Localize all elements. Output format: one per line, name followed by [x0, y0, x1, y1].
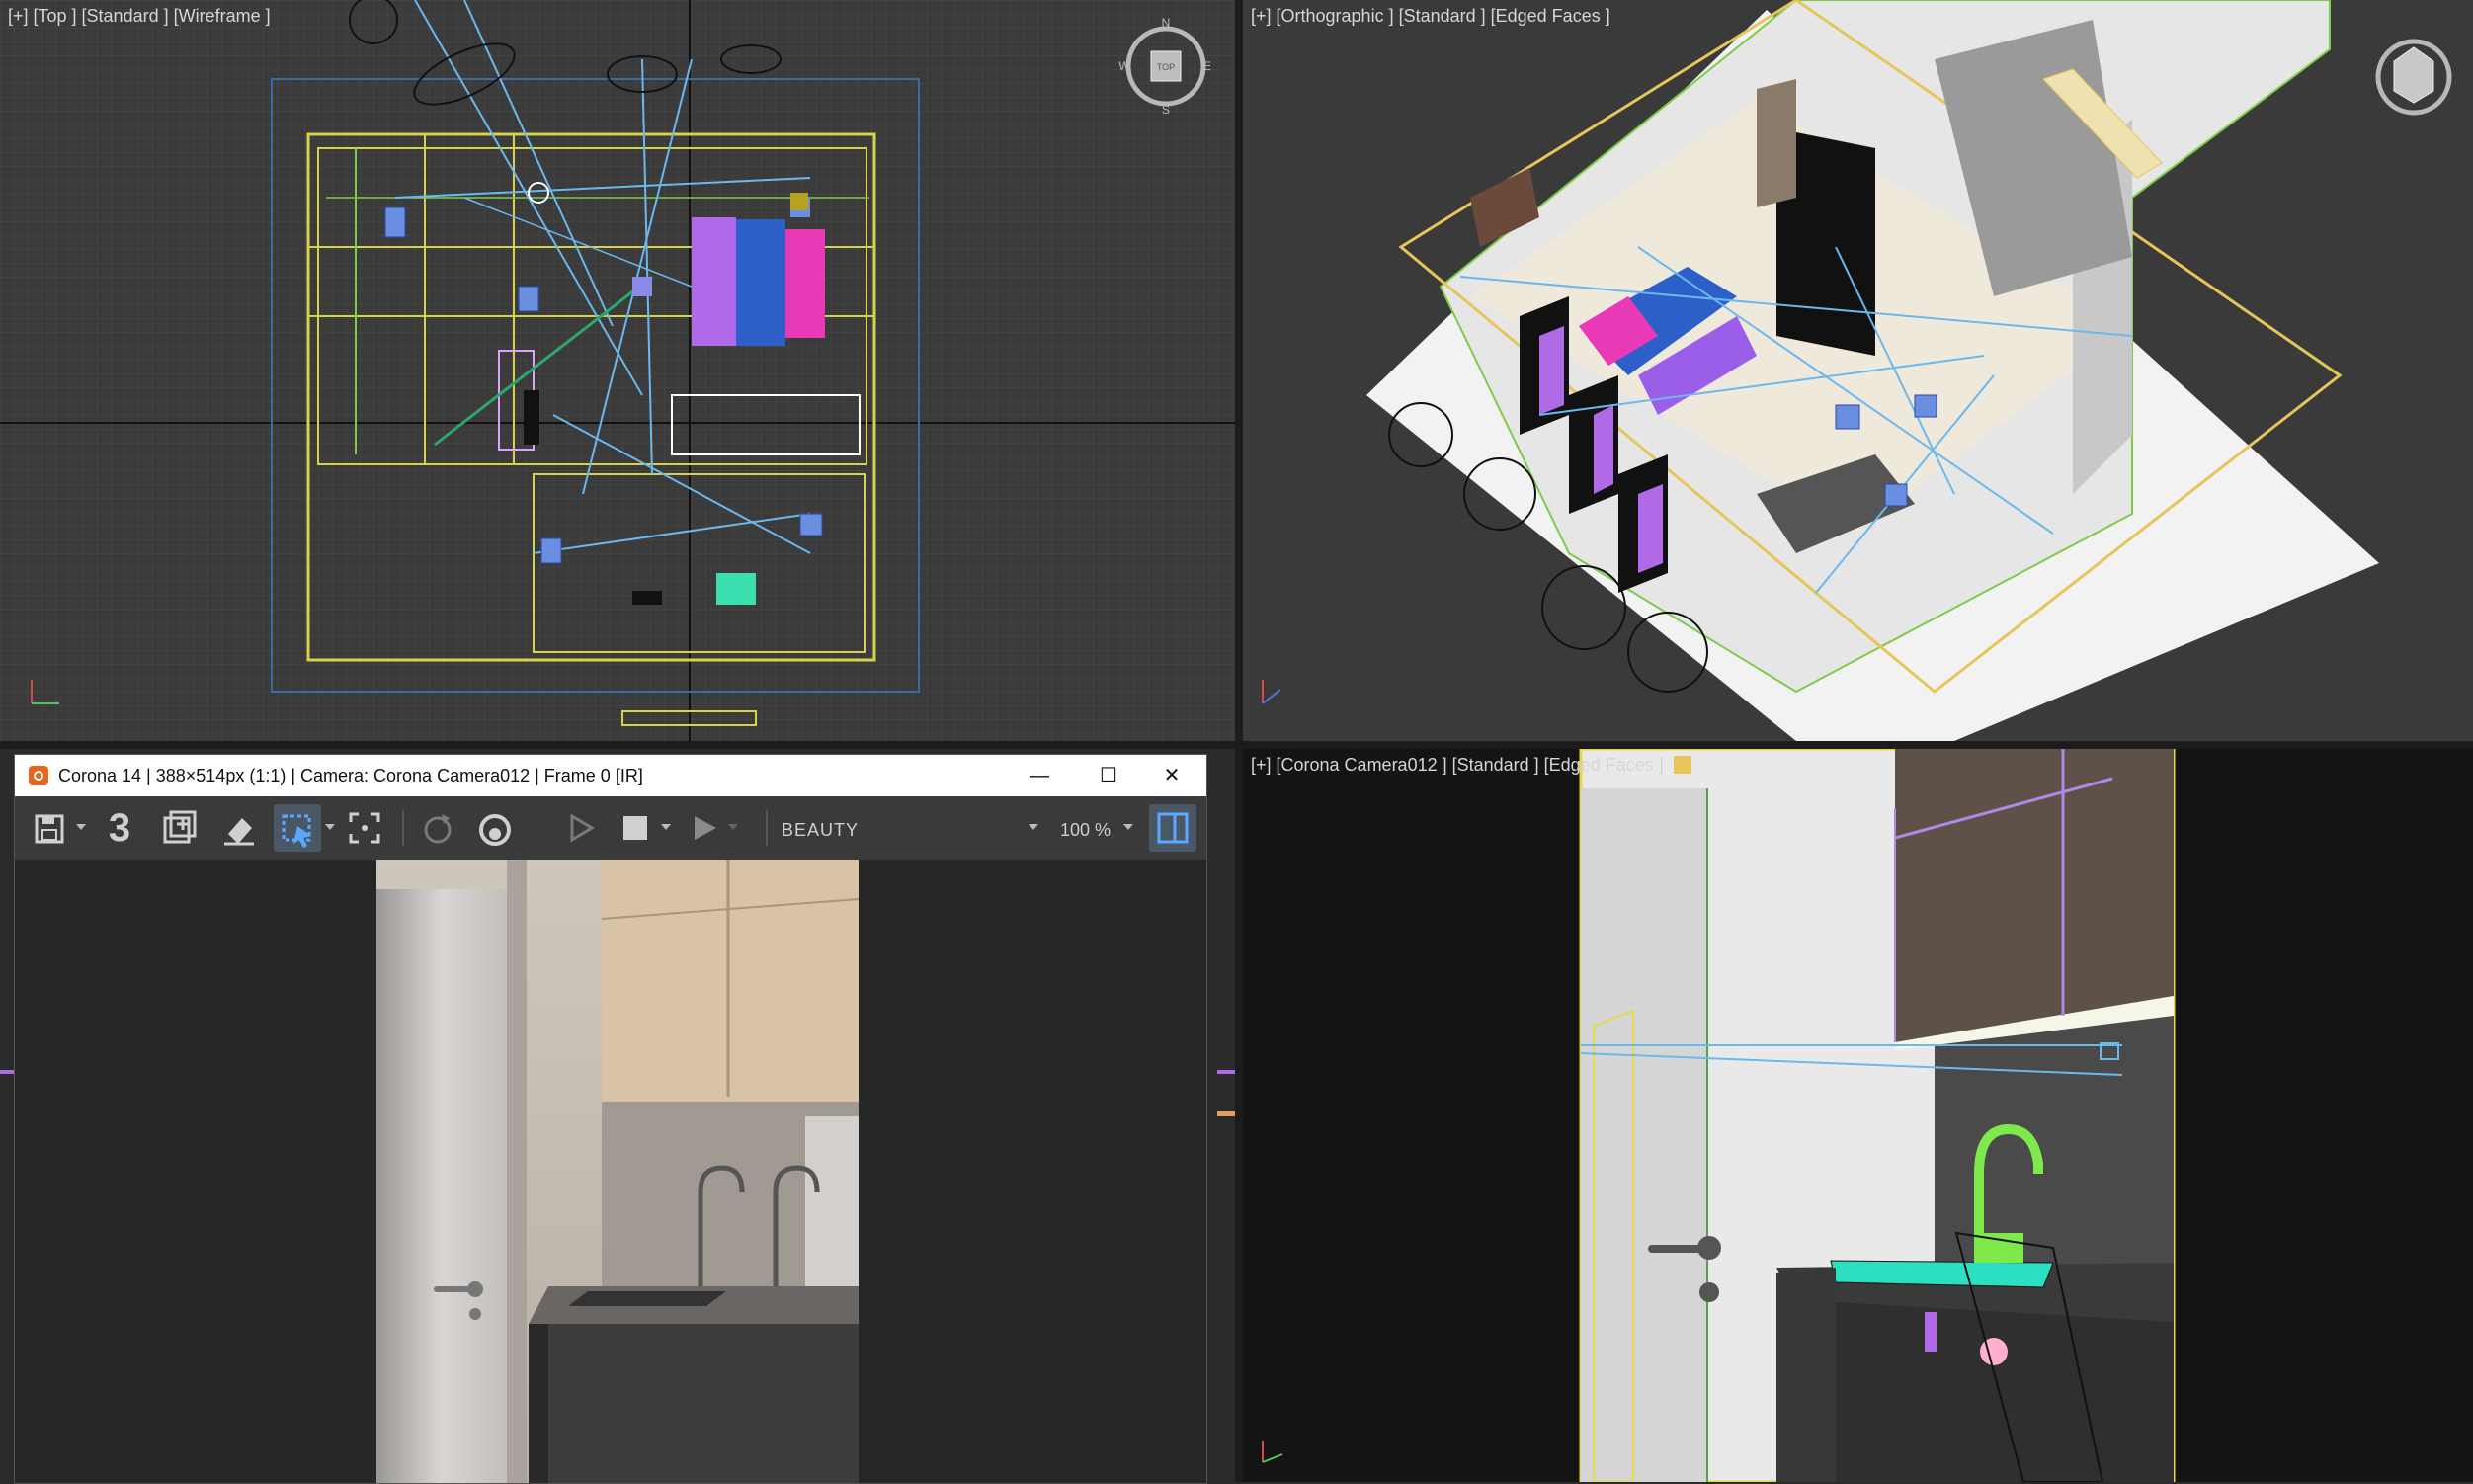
viewport-color-swatch	[1673, 756, 1691, 774]
add-region-icon[interactable]	[155, 804, 203, 852]
zoom-select[interactable]: 100 %	[1060, 820, 1111, 841]
render-image	[376, 860, 860, 1483]
top-viewport[interactable]: [+] [Top ] [Standard ] [Wireframe ] N S …	[0, 0, 1235, 741]
eraser-icon[interactable]	[214, 804, 262, 852]
maximize-button[interactable]: ☐	[1074, 755, 1143, 796]
stop-icon[interactable]	[612, 804, 659, 852]
render-counter: 3	[108, 806, 131, 850]
vfb-title: Corona 14 | 388×514px (1:1) | Camera: Co…	[58, 766, 643, 785]
orthographic-scene	[1262, 0, 2379, 741]
timeline-marker-orange	[1217, 1111, 1235, 1116]
viewport-divider-horizontal[interactable]	[0, 741, 2473, 749]
side-panel-toggle-icon[interactable]	[1149, 804, 1196, 852]
vfb-render-canvas[interactable]	[15, 860, 1206, 1483]
focus-frame-icon[interactable]	[341, 804, 388, 852]
vfb-toolbar: 3 BEAUTY 100 %	[15, 796, 1206, 860]
corona-vfb-window[interactable]: Corona 14 | 388×514px (1:1) | Camera: Co…	[14, 754, 1207, 1484]
camera-viewport[interactable]: [+] [Corona Camera012 ] [Standard ] [Edg…	[1243, 749, 2473, 1482]
render-pass-select[interactable]: BEAUTY	[782, 820, 859, 841]
render-icon[interactable]	[681, 804, 728, 852]
orthographic-viewport[interactable]: [+] [Orthographic ] [Standard ] [Edged F…	[1243, 0, 2473, 741]
vfb-titlebar[interactable]: Corona 14 | 388×514px (1:1) | Camera: Co…	[15, 755, 1206, 796]
region-select-dropdown-caret[interactable]	[325, 824, 335, 830]
toolbar-separator-2	[766, 810, 768, 846]
save-icon[interactable]	[25, 804, 72, 852]
lightmix-icon[interactable]	[471, 804, 519, 852]
camera-scene	[1262, 749, 2176, 1482]
corona-logo-icon	[29, 766, 48, 785]
orthographic-viewport-label[interactable]: [+] [Orthographic ] [Standard ] [Edged F…	[1251, 6, 1610, 27]
camera-viewport-label[interactable]: [+] [Corona Camera012 ] [Standard ] [Edg…	[1251, 755, 1691, 776]
toolbar-separator	[402, 810, 404, 846]
save-dropdown-caret[interactable]	[76, 824, 86, 830]
render-dropdown-caret[interactable]	[728, 824, 738, 830]
interactive-render-icon[interactable]	[414, 804, 461, 852]
minimize-button[interactable]: —	[1005, 755, 1074, 796]
top-view-scene	[0, 0, 1235, 741]
region-select-icon[interactable]	[274, 804, 321, 852]
zoom-dropdown-caret[interactable]	[1123, 824, 1133, 830]
close-button[interactable]: ✕	[1137, 755, 1206, 796]
top-viewport-label[interactable]: [+] [Top ] [Standard ] [Wireframe ]	[8, 6, 271, 27]
stop-dropdown-caret[interactable]	[661, 824, 671, 830]
pass-dropdown-caret[interactable]	[1029, 824, 1038, 830]
timeline-marker-right	[1217, 1070, 1235, 1074]
play-icon[interactable]	[556, 804, 604, 852]
camera-viewport-label-text: [+] [Corona Camera012 ] [Standard ] [Edg…	[1251, 755, 1664, 775]
